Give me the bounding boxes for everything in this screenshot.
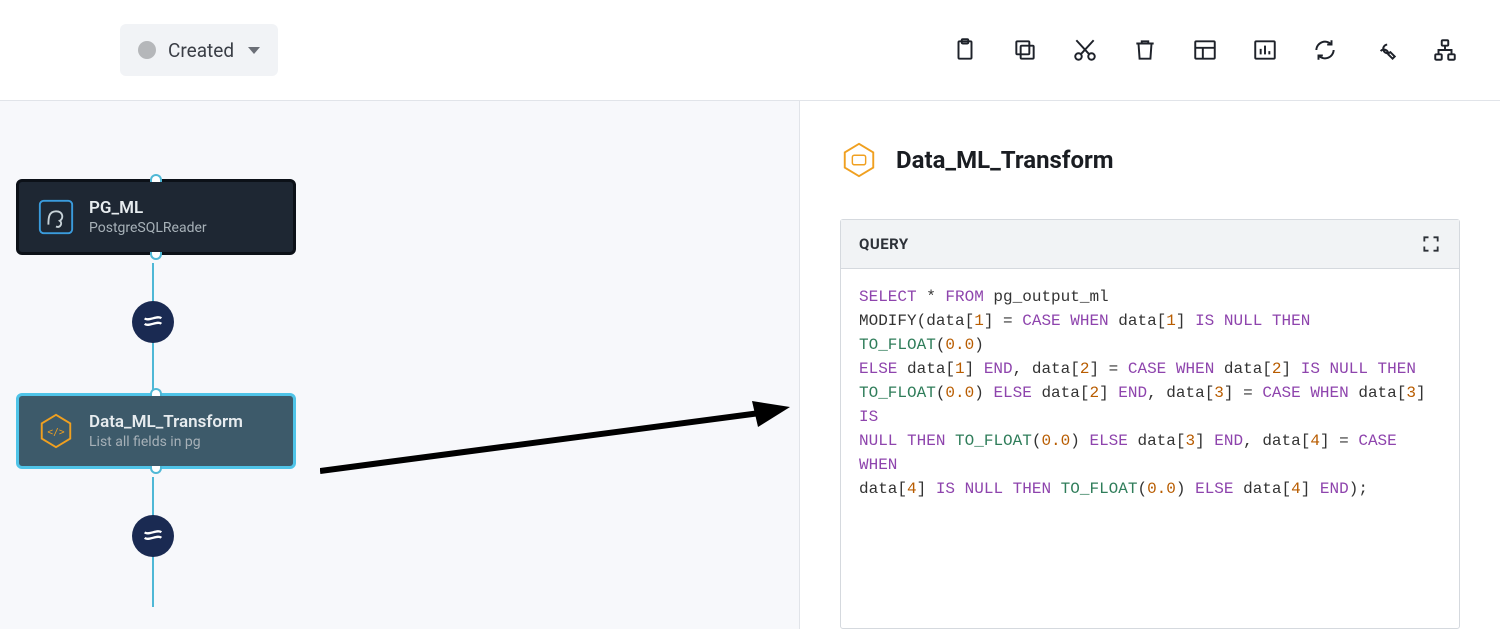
refresh-icon[interactable]	[1310, 35, 1340, 65]
hierarchy-icon[interactable]	[1430, 35, 1460, 65]
node-subtitle: PostgreSQLReader	[89, 220, 207, 236]
copy-icon[interactable]	[1010, 35, 1040, 65]
node-data-ml-transform[interactable]: </> Data_ML_Transform List all fields in…	[16, 393, 296, 469]
postgres-icon	[37, 198, 75, 236]
query-box: QUERY SELECT * FROM pg_output_ml MODIFY(…	[840, 219, 1460, 629]
wrench-icon[interactable]	[1370, 35, 1400, 65]
query-label: QUERY	[859, 235, 909, 253]
flow-canvas[interactable]: PG_ML PostgreSQLReader </> Data_ML_Trans…	[0, 101, 800, 629]
caret-down-icon	[248, 47, 260, 54]
status-dropdown[interactable]: Created	[120, 24, 278, 76]
query-header: QUERY	[841, 220, 1459, 269]
connector-badge-icon[interactable]	[132, 515, 174, 557]
transform-hex-icon: </>	[37, 412, 75, 450]
cut-icon[interactable]	[1070, 35, 1100, 65]
node-subtitle: List all fields in pg	[89, 434, 243, 450]
topbar: Created	[0, 0, 1500, 100]
status-dot-icon	[138, 41, 156, 59]
connector-badge-icon[interactable]	[132, 301, 174, 343]
panel-header: Data_ML_Transform	[840, 141, 1460, 179]
node-title: Data_ML_Transform	[89, 412, 243, 432]
svg-text:</>: </>	[47, 427, 64, 438]
main-split: PG_ML PostgreSQLReader </> Data_ML_Trans…	[0, 100, 1500, 629]
details-panel: Data_ML_Transform QUERY SELECT * FROM pg…	[800, 101, 1500, 629]
chart-icon[interactable]	[1250, 35, 1280, 65]
delete-icon[interactable]	[1130, 35, 1160, 65]
panel-title: Data_ML_Transform	[896, 146, 1114, 174]
toolbar-icons	[950, 35, 1460, 65]
clipboard-icon[interactable]	[950, 35, 980, 65]
query-code[interactable]: SELECT * FROM pg_output_ml MODIFY(data[1…	[841, 269, 1459, 517]
node-title: PG_ML	[89, 198, 207, 218]
annotation-arrow-icon	[320, 401, 790, 481]
node-pg-ml[interactable]: PG_ML PostgreSQLReader	[16, 179, 296, 255]
transform-hex-icon	[840, 141, 878, 179]
expand-icon[interactable]	[1421, 234, 1441, 254]
status-label: Created	[168, 39, 234, 62]
layout-icon[interactable]	[1190, 35, 1220, 65]
